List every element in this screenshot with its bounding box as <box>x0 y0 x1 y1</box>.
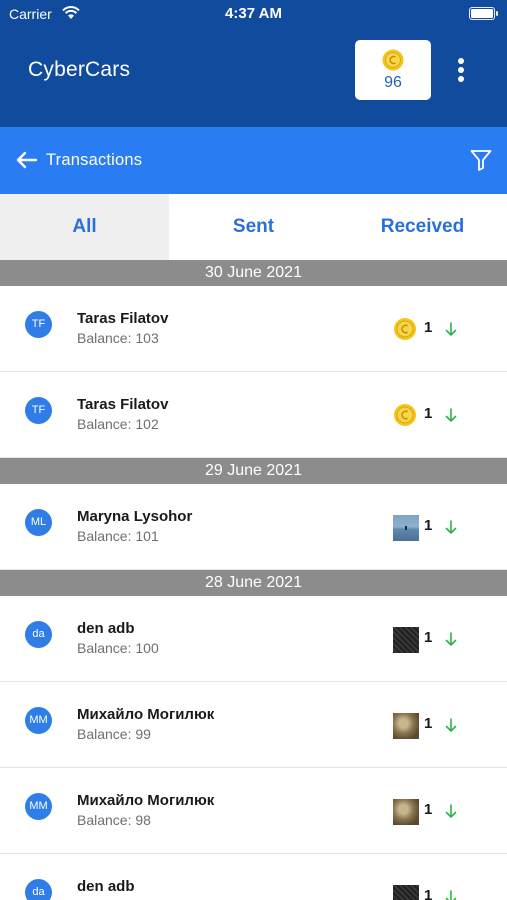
sender-name: Taras Filatov <box>77 396 169 413</box>
coin-count: 96 <box>384 74 402 91</box>
app-header: Carrier 4:37 AM CyberCars 96 <box>0 0 507 127</box>
transactions-toolbar: Transactions <box>0 127 507 194</box>
transaction-row[interactable]: TF Taras Filatov Balance: 103 1 <box>0 286 507 372</box>
coin-icon <box>393 403 419 429</box>
balance-text: Balance: 103 <box>77 330 159 346</box>
avatar: TF <box>25 397 52 424</box>
sender-name: Taras Filatov <box>77 310 169 327</box>
amount: 1 <box>424 801 433 818</box>
back-arrow-icon[interactable] <box>14 148 40 172</box>
avatar: da <box>25 621 52 648</box>
app-title: CyberCars <box>28 58 131 81</box>
balance-text: Balance: 100 <box>77 640 159 656</box>
transaction-row[interactable]: ML Maryna Lysohor Balance: 101 1 <box>0 484 507 570</box>
arrow-down-icon <box>444 518 458 536</box>
amount: 1 <box>424 319 433 336</box>
more-menu-icon[interactable] <box>452 56 470 84</box>
tab-all[interactable]: All <box>0 194 169 260</box>
filter-icon[interactable] <box>469 148 493 172</box>
dark-thumbnail <box>393 885 419 900</box>
amount: 1 <box>424 629 433 646</box>
balance-text: Balance: 102 <box>77 416 159 432</box>
tab-sent[interactable]: Sent <box>169 194 338 260</box>
date-header: 28 June 2021 <box>0 570 507 596</box>
balance-text: Balance: 99 <box>77 726 151 742</box>
avatar: MM <box>25 793 52 820</box>
tree-thumbnail <box>393 799 419 825</box>
transaction-tabs: All Sent Received <box>0 194 507 260</box>
date-header: 30 June 2021 <box>0 260 507 286</box>
transaction-row[interactable]: da den adb 1 <box>0 854 507 900</box>
amount: 1 <box>424 715 433 732</box>
transaction-row[interactable]: da den adb Balance: 100 1 <box>0 596 507 682</box>
status-time: 4:37 AM <box>225 5 282 22</box>
arrow-down-icon <box>444 320 458 338</box>
avatar: TF <box>25 311 52 338</box>
balance-text: Balance: 98 <box>77 812 151 828</box>
amount: 1 <box>424 517 433 534</box>
arrow-down-icon <box>444 630 458 648</box>
lake-thumbnail <box>393 515 419 541</box>
amount: 1 <box>424 405 433 422</box>
page-title: Transactions <box>46 151 143 169</box>
sender-name: Михайло Могилюк <box>77 706 215 723</box>
sender-name: Maryna Lysohor <box>77 508 193 525</box>
coin-icon <box>393 317 419 343</box>
arrow-down-icon <box>444 406 458 424</box>
sender-name: Михайло Могилюк <box>77 792 215 809</box>
arrow-down-icon <box>444 802 458 820</box>
coin-balance-box[interactable]: 96 <box>355 40 431 100</box>
date-header: 29 June 2021 <box>0 458 507 484</box>
tab-received[interactable]: Received <box>338 194 507 260</box>
battery-icon <box>469 7 498 20</box>
avatar: ML <box>25 509 52 536</box>
sender-name: den adb <box>77 878 135 895</box>
avatar: da <box>25 879 52 900</box>
amount: 1 <box>424 887 433 900</box>
balance-text: Balance: 101 <box>77 528 159 544</box>
transaction-row[interactable]: MM Михайло Могилюк Balance: 99 1 <box>0 682 507 768</box>
avatar: MM <box>25 707 52 734</box>
arrow-down-icon <box>444 888 458 900</box>
dark-thumbnail <box>393 627 419 653</box>
tree-thumbnail <box>393 713 419 739</box>
transaction-row[interactable]: TF Taras Filatov Balance: 102 1 <box>0 372 507 458</box>
arrow-down-icon <box>444 716 458 734</box>
sender-name: den adb <box>77 620 135 637</box>
transaction-row[interactable]: MM Михайло Могилюк Balance: 98 1 <box>0 768 507 854</box>
coin-icon <box>382 49 404 76</box>
transactions-list[interactable]: 30 June 2021 TF Taras Filatov Balance: 1… <box>0 260 507 900</box>
status-bar: Carrier 4:37 AM <box>0 0 507 28</box>
